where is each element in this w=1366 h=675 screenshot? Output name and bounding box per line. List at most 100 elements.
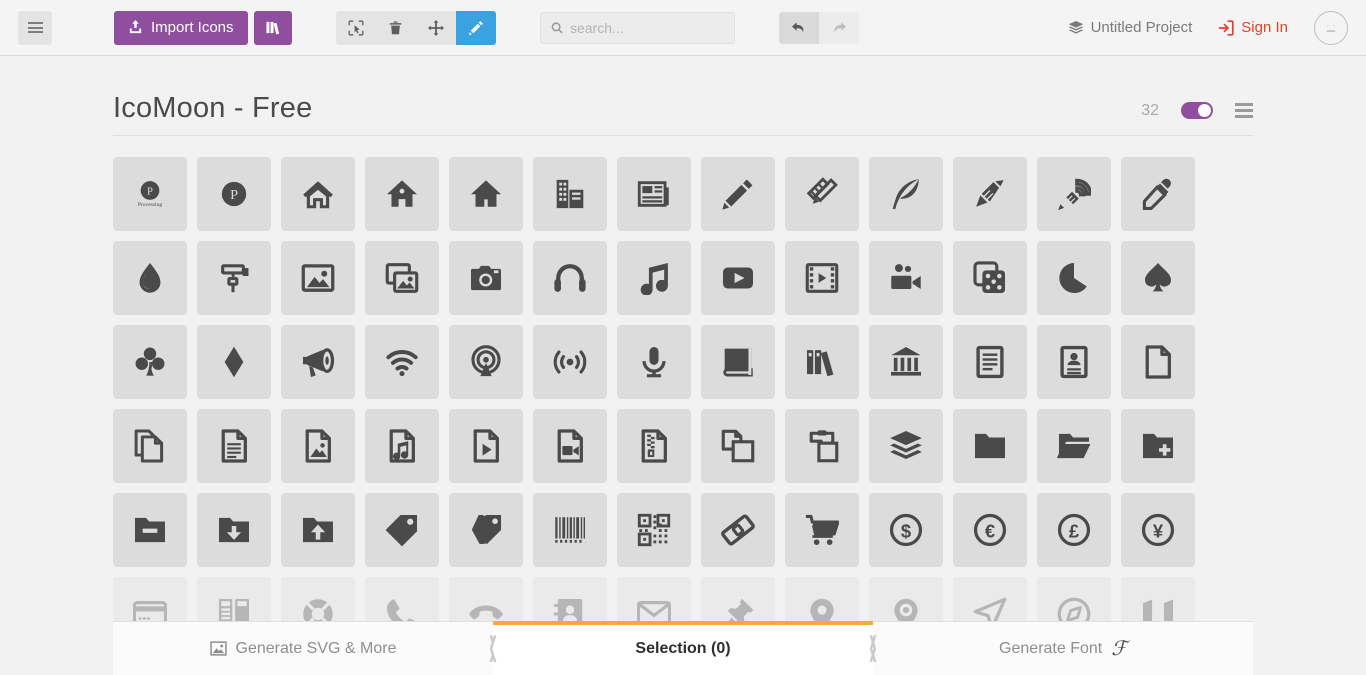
icon-cell-video-camera[interactable] xyxy=(869,241,943,315)
price-tags-icon xyxy=(471,514,502,545)
icon-cell-book[interactable] xyxy=(701,325,775,399)
file-play-icon xyxy=(473,429,499,463)
icon-cell-home3[interactable] xyxy=(449,157,523,231)
folder-minus-icon xyxy=(134,517,166,543)
icon-cell-dice[interactable] xyxy=(953,241,1027,315)
select-tool-button[interactable] xyxy=(336,11,376,45)
headphones-icon xyxy=(554,264,586,292)
icon-cell-bullhorn[interactable] xyxy=(281,325,355,399)
icon-cell-library[interactable] xyxy=(869,325,943,399)
icon-cell-file-text[interactable] xyxy=(953,325,1027,399)
coin-euro-icon: € xyxy=(973,513,1007,547)
import-icons-button[interactable]: Import Icons xyxy=(114,10,248,45)
icon-cell-folder-download[interactable] xyxy=(197,493,271,567)
icon-cell-pencil[interactable] xyxy=(701,157,775,231)
icon-cell-file-video[interactable] xyxy=(533,409,607,483)
icon-cell-file-text2[interactable] xyxy=(197,409,271,483)
icon-cell-barcode[interactable] xyxy=(533,493,607,567)
icon-cell-droplet[interactable] xyxy=(113,241,187,315)
icon-cell-processing-logo-text[interactable]: P Processing xyxy=(113,157,187,231)
icon-cell-feed[interactable] xyxy=(533,325,607,399)
icon-cell-pacman[interactable] xyxy=(1037,241,1111,315)
move-tool-button[interactable] xyxy=(416,11,456,45)
icon-cell-folder-upload[interactable] xyxy=(281,493,355,567)
edit-tool-button[interactable] xyxy=(455,10,496,45)
icon-cell-stack[interactable] xyxy=(869,409,943,483)
icon-cell-copy[interactable] xyxy=(701,409,775,483)
library-icon xyxy=(890,346,922,376)
icon-cell-folder-minus[interactable] xyxy=(113,493,187,567)
search-box[interactable] xyxy=(539,11,735,44)
tab-generate-font[interactable]: ⟨ Generate Font ℱ xyxy=(867,622,1253,675)
redo-arrow-icon xyxy=(834,21,846,32)
icon-cell-mic[interactable] xyxy=(617,325,691,399)
icon-cell-books[interactable] xyxy=(785,325,859,399)
icon-cell-headphones[interactable] xyxy=(533,241,607,315)
icon-cell-ticket[interactable] xyxy=(701,493,775,567)
icon-cell-paint-format[interactable] xyxy=(197,241,271,315)
icon-cell-podcast[interactable] xyxy=(449,325,523,399)
icon-cell-home[interactable] xyxy=(281,157,355,231)
search-input[interactable] xyxy=(569,19,724,36)
droplet-icon xyxy=(139,262,161,293)
icon-cell-profile[interactable] xyxy=(1037,325,1111,399)
icon-cell-folder-open[interactable] xyxy=(1037,409,1111,483)
icon-cell-folder-plus[interactable] xyxy=(1121,409,1195,483)
icon-cell-film[interactable] xyxy=(785,241,859,315)
tab-selection[interactable]: ⟨ Selection (0) ⟩ xyxy=(487,621,879,675)
home2-icon xyxy=(386,180,418,207)
icon-cell-pencil2[interactable] xyxy=(785,157,859,231)
icon-cell-file-picture[interactable] xyxy=(281,409,355,483)
icon-cell-file-play[interactable] xyxy=(449,409,523,483)
redo-button[interactable] xyxy=(818,11,859,44)
icon-cell-price-tag[interactable] xyxy=(365,493,439,567)
icon-cell-pen[interactable] xyxy=(953,157,1027,231)
icon-cell-spades[interactable] xyxy=(1121,241,1195,315)
sign-in-button[interactable]: Sign In xyxy=(1218,19,1288,36)
icon-cell-diamonds[interactable] xyxy=(197,325,271,399)
icon-cell-file-empty[interactable] xyxy=(1121,325,1195,399)
avatar[interactable] xyxy=(1314,10,1348,45)
icon-cell-coin-euro[interactable]: € xyxy=(953,493,1027,567)
icon-set-toggle[interactable] xyxy=(1181,102,1213,119)
icon-cell-connection[interactable] xyxy=(365,325,439,399)
icon-cell-blog[interactable] xyxy=(1037,157,1111,231)
icon-cell-image[interactable] xyxy=(281,241,355,315)
eyedropper-icon xyxy=(1142,178,1171,211)
icon-cell-quill[interactable] xyxy=(869,157,943,231)
cursor-select-icon xyxy=(348,20,363,35)
icon-set-menu-button[interactable] xyxy=(1235,100,1253,121)
tab-generate-svg[interactable]: Generate SVG & More ⟩ xyxy=(113,622,499,675)
images-icon xyxy=(385,263,419,293)
icon-cell-file-zip[interactable] xyxy=(617,409,691,483)
icon-cell-qrcode[interactable] xyxy=(617,493,691,567)
icon-cell-cart[interactable] xyxy=(785,493,859,567)
book-icon xyxy=(723,348,753,377)
icon-cell-eyedropper[interactable] xyxy=(1121,157,1195,231)
icon-cell-home2[interactable] xyxy=(365,157,439,231)
icon-cell-paste[interactable] xyxy=(785,409,859,483)
icon-cell-play[interactable] xyxy=(701,241,775,315)
icon-cell-music[interactable] xyxy=(617,241,691,315)
icon-cell-clubs[interactable] xyxy=(113,325,187,399)
icon-cell-images[interactable] xyxy=(365,241,439,315)
icon-cell-camera[interactable] xyxy=(449,241,523,315)
icon-library-button[interactable] xyxy=(253,10,292,45)
folder-open-icon xyxy=(1057,433,1091,459)
icon-cell-folder[interactable] xyxy=(953,409,1027,483)
icon-cell-newspaper[interactable] xyxy=(617,157,691,231)
icon-cell-price-tags[interactable] xyxy=(449,493,523,567)
icon-cell-coin-yen[interactable]: ¥ xyxy=(1121,493,1195,567)
icon-cell-coin-dollar[interactable]: $ xyxy=(869,493,943,567)
icon-cell-files-empty[interactable] xyxy=(113,409,187,483)
icon-cell-coin-pound[interactable]: £ xyxy=(1037,493,1111,567)
undo-button[interactable] xyxy=(778,11,819,44)
project-button[interactable]: Untitled Project xyxy=(1068,19,1192,36)
folder-plus-icon xyxy=(1142,433,1174,459)
main-menu-button[interactable] xyxy=(18,10,52,45)
icon-cell-file-music[interactable] xyxy=(365,409,439,483)
processing-logo-icon: P xyxy=(221,181,247,207)
icon-cell-office[interactable] xyxy=(533,157,607,231)
icon-cell-processing-logo[interactable]: P xyxy=(197,157,271,231)
delete-tool-button[interactable] xyxy=(376,11,416,45)
